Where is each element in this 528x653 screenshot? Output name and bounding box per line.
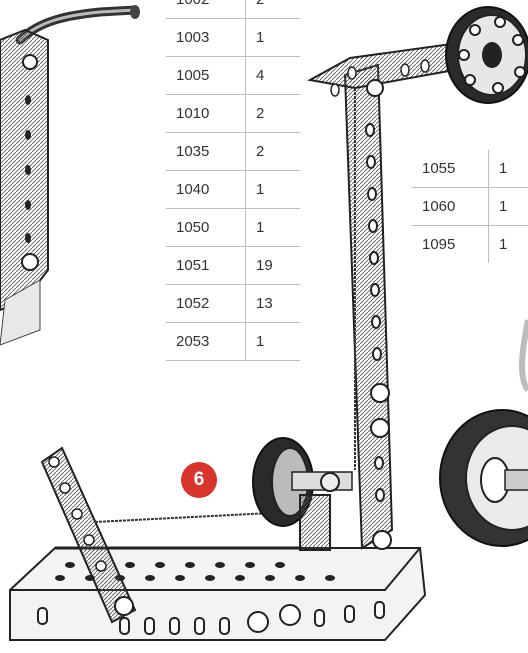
part-number: 1060: [412, 187, 489, 226]
part-quantity: 2: [245, 132, 300, 171]
part-quantity: 2: [245, 0, 300, 19]
table-row: 2053 1: [166, 322, 300, 361]
part-number: 1051: [166, 246, 246, 285]
part-number: 1035: [166, 132, 246, 171]
part-quantity: 2: [245, 94, 300, 133]
part-number: 1055: [412, 150, 489, 188]
part-number: 1050: [166, 208, 246, 247]
part-number: 1040: [166, 170, 246, 209]
part-number: 1002: [166, 0, 246, 19]
table-row: 1050 1: [166, 208, 300, 247]
table-row: 1035 2: [166, 132, 300, 171]
step-badge: 6: [181, 462, 217, 498]
part-quantity: 1: [488, 150, 528, 188]
part-quantity: 13: [245, 284, 300, 323]
part-number: 1005: [166, 56, 246, 95]
table-row: 1055 1: [412, 150, 528, 188]
part-quantity: 1: [245, 18, 300, 57]
part-number: 1052: [166, 284, 246, 323]
part-number: 2053: [166, 322, 246, 361]
part-number: 1095: [412, 225, 489, 263]
table-row: 1005 4: [166, 56, 300, 95]
table-row: 1060 1: [412, 187, 528, 226]
part-quantity: 4: [245, 56, 300, 95]
part-quantity: 1: [245, 322, 300, 361]
part-quantity: 1: [488, 187, 528, 226]
table-row: 1010 2: [166, 94, 300, 133]
table-row: 1052 13: [166, 284, 300, 323]
part-quantity: 1: [498, 236, 508, 253]
table-row: 1003 1: [166, 18, 300, 57]
part-quantity: 1: [245, 170, 300, 209]
table-row: 1051 19: [166, 246, 300, 285]
bracket-illustration: [0, 5, 140, 346]
parts-table-right-body: 1055 1 1060 1 1095 1: [412, 150, 528, 263]
part-number: 1010: [166, 94, 246, 133]
table-row: 10022: [166, 0, 300, 19]
table-row: 1095 1: [412, 225, 528, 263]
part-quantity: 1: [245, 208, 300, 247]
parts-table-left-body: 1002210031100541010210352104011050110511…: [166, 0, 300, 361]
step-number: 6: [193, 469, 205, 490]
table-row: 1040 1: [166, 170, 300, 209]
part-number: 1003: [166, 18, 246, 57]
part-quantity: 19: [245, 246, 300, 285]
parts-table-right: 1055 1 1060 1 1095 1: [412, 150, 528, 263]
parts-table-left: 1002210031100541010210352104011050110511…: [166, 0, 300, 361]
wheel-illustration: [439, 319, 528, 547]
